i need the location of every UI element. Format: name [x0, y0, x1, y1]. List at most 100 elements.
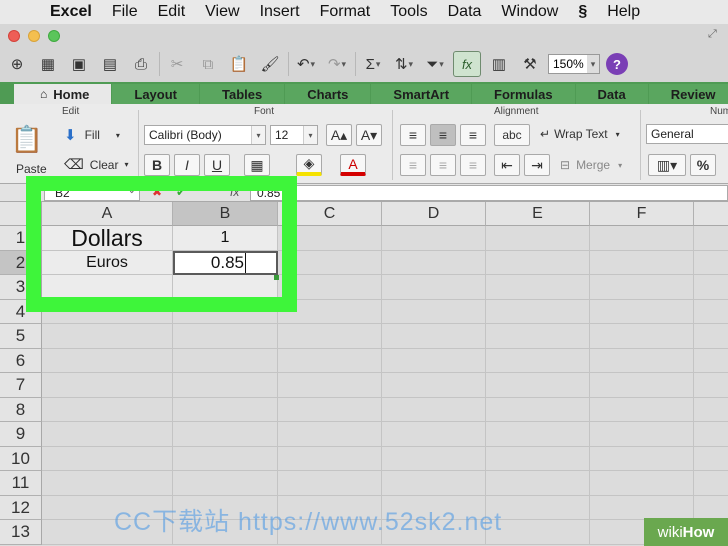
tab-data[interactable]: Data [575, 84, 648, 104]
cell-a2[interactable]: Euros [42, 251, 173, 275]
cell-a9[interactable] [42, 422, 173, 447]
cell-c3[interactable] [278, 275, 382, 300]
cell-g7[interactable] [694, 373, 728, 398]
align-top-icon[interactable]: ≡ [400, 124, 426, 146]
cell-b8[interactable] [173, 398, 278, 422]
column-header-g[interactable] [694, 202, 728, 226]
cell-b2[interactable]: 0.85 [173, 251, 278, 275]
cell-b10[interactable] [173, 447, 278, 471]
cell-d11[interactable] [382, 471, 486, 496]
cell-g6[interactable] [694, 349, 728, 373]
cell-c11[interactable] [278, 471, 382, 496]
row-header-9[interactable]: 9 [0, 422, 42, 447]
copy-icon[interactable]: ⧉ [195, 51, 221, 77]
cell-d8[interactable] [382, 398, 486, 422]
name-box-stepper-icon[interactable]: ⇕ [128, 185, 136, 196]
borders-icon[interactable]: ▦ [244, 154, 270, 176]
cell-b4[interactable] [173, 300, 278, 324]
cell-b11[interactable] [173, 471, 278, 496]
cell-f12[interactable] [590, 496, 694, 520]
cell-d4[interactable] [382, 300, 486, 324]
cell-e5[interactable] [486, 324, 590, 349]
cell-a6[interactable] [42, 349, 173, 373]
save-icon[interactable]: ▤ [97, 51, 123, 77]
row-header-1[interactable]: 1 [0, 226, 42, 251]
increase-indent-icon[interactable]: ⇥ [524, 154, 550, 176]
redo-icon[interactable]: ↷ [324, 51, 350, 77]
tab-charts[interactable]: Charts [285, 84, 371, 104]
align-center-icon[interactable]: ≡ [430, 154, 456, 176]
cell-d10[interactable] [382, 447, 486, 471]
filter-icon[interactable]: ⏷ [422, 51, 448, 77]
cell-d1[interactable] [382, 226, 486, 251]
fill-handle[interactable] [274, 275, 279, 280]
column-header-f[interactable]: F [590, 202, 694, 226]
paste-icon[interactable]: 📋 [226, 51, 252, 77]
row-header-7[interactable]: 7 [0, 373, 42, 398]
cell-g12[interactable] [694, 496, 728, 520]
format-painter-icon[interactable]: 🖌 [257, 51, 283, 77]
toolbox-icon[interactable]: ⚒ [517, 51, 543, 77]
row-header-5[interactable]: 5 [0, 324, 42, 349]
tab-review[interactable]: Review [648, 84, 728, 104]
font-color-icon[interactable]: A [340, 154, 366, 176]
menu-file[interactable]: File [102, 3, 148, 21]
cell-b5[interactable] [173, 324, 278, 349]
menu-app-excel[interactable]: Excel [40, 3, 102, 21]
menu-tools[interactable]: Tools [380, 3, 437, 21]
cell-c6[interactable] [278, 349, 382, 373]
cell-g3[interactable] [694, 275, 728, 300]
cell-f9[interactable] [590, 422, 694, 447]
cell-d9[interactable] [382, 422, 486, 447]
cell-b1[interactable]: 1 [173, 226, 278, 251]
increase-font-size-icon[interactable]: A▴ [326, 124, 352, 146]
row-header-10[interactable]: 10 [0, 447, 42, 471]
cell-a7[interactable] [42, 373, 173, 398]
menu-format[interactable]: Format [310, 3, 381, 21]
cell-f2[interactable] [590, 251, 694, 275]
row-header-12[interactable]: 12 [0, 496, 42, 520]
cell-f3[interactable] [590, 275, 694, 300]
cell-g1[interactable] [694, 226, 728, 251]
zoom-select[interactable]: 150% ▾ [548, 54, 600, 74]
decrease-indent-icon[interactable]: ⇤ [494, 154, 520, 176]
name-box[interactable]: B2 [44, 185, 140, 201]
select-all-corner[interactable] [0, 202, 42, 226]
sort-icon[interactable]: ⇅ [391, 51, 417, 77]
fill-button[interactable]: ⬇ Fill ▾ [64, 126, 120, 144]
formula-input[interactable]: 0.85 [250, 185, 728, 201]
new-workbook-icon[interactable]: ⊕ [4, 51, 30, 77]
cell-a8[interactable] [42, 398, 173, 422]
cell-f8[interactable] [590, 398, 694, 422]
cell-e11[interactable] [486, 471, 590, 496]
cell-d2[interactable] [382, 251, 486, 275]
cell-g2[interactable] [694, 251, 728, 275]
clear-button[interactable]: ⌫ Clear ▾ [64, 156, 129, 173]
font-name-select[interactable]: Calibri (Body) ▾ [144, 125, 266, 145]
cell-g4[interactable] [694, 300, 728, 324]
cell-g5[interactable] [694, 324, 728, 349]
cell-e8[interactable] [486, 398, 590, 422]
menu-help[interactable]: Help [597, 3, 650, 21]
cell-c1[interactable] [278, 226, 382, 251]
help-icon[interactable]: ? [606, 53, 628, 75]
cell-c2[interactable] [278, 251, 382, 275]
fullscreen-icon[interactable]: ⤢ [708, 28, 722, 42]
cell-e6[interactable] [486, 349, 590, 373]
cell-e1[interactable] [486, 226, 590, 251]
percent-format-button[interactable]: % [690, 154, 716, 176]
tab-smartart[interactable]: SmartArt [371, 84, 472, 104]
tab-home[interactable]: ⌂ Home [14, 84, 112, 104]
formula-builder-icon[interactable]: fx [453, 51, 481, 77]
menu-window[interactable]: Window [491, 3, 568, 21]
column-header-e[interactable]: E [486, 202, 590, 226]
cell-e9[interactable] [486, 422, 590, 447]
script-menu-icon[interactable]: § [568, 3, 597, 21]
insert-function-icon[interactable]: fx [230, 185, 239, 199]
print-icon[interactable]: ⎙ [128, 51, 154, 77]
cell-e10[interactable] [486, 447, 590, 471]
cell-a4[interactable] [42, 300, 173, 324]
paste-large-icon[interactable]: 📋 [11, 122, 43, 156]
column-header-a[interactable]: A [42, 202, 173, 226]
row-header-2[interactable]: 2 [0, 251, 42, 275]
